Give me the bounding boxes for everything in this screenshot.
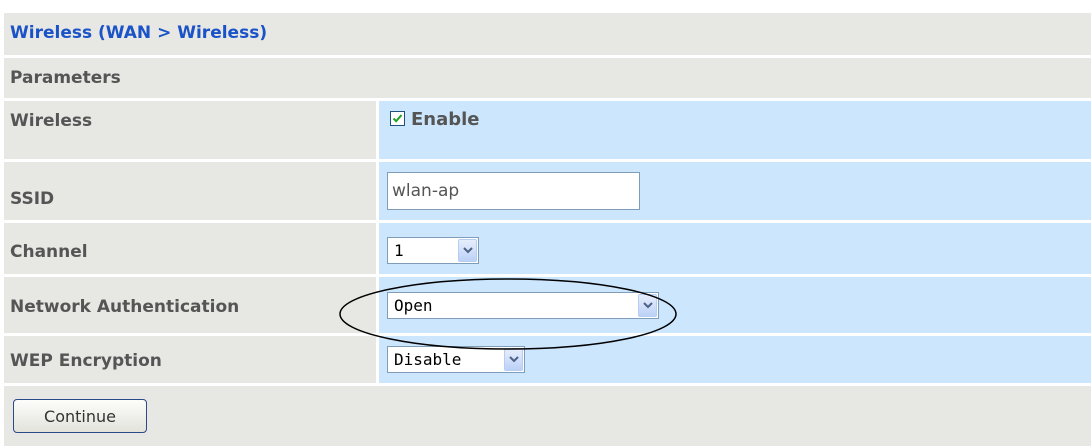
enable-label[interactable]: Enable (411, 109, 480, 130)
chevron-down-icon (643, 302, 653, 309)
actions-row: Continue (4, 386, 1091, 446)
continue-button[interactable]: Continue (13, 399, 147, 433)
network-authentication-selected-value: Open (394, 296, 433, 315)
wep-encryption-select[interactable]: Disable (387, 346, 525, 373)
page-title: Wireless (WAN > Wireless) (10, 23, 268, 43)
ssid-label: SSID (10, 189, 55, 209)
chevron-down-icon (509, 356, 519, 363)
ssid-row: SSID (4, 162, 1091, 220)
section-header: Parameters (4, 58, 1091, 98)
channel-select[interactable]: 1 (387, 237, 479, 264)
channel-selected-value: 1 (394, 241, 404, 260)
wireless-row: Wireless Enable (4, 101, 1091, 159)
channel-row: Channel 1 (4, 223, 1091, 274)
network-authentication-label: Network Authentication (10, 297, 240, 317)
wep-encryption-row: WEP Encryption Disable (4, 336, 1091, 383)
network-authentication-row: Network Authentication Open (4, 277, 1091, 333)
wep-encryption-selected-value: Disable (394, 350, 462, 369)
network-authentication-dropdown-button[interactable] (638, 294, 657, 317)
wep-encryption-dropdown-button[interactable] (504, 348, 523, 371)
section-title: Parameters (10, 68, 121, 88)
channel-label: Channel (10, 242, 88, 262)
check-icon (392, 114, 403, 123)
chevron-down-icon (463, 247, 473, 254)
page-header: Wireless (WAN > Wireless) (4, 13, 1091, 55)
wireless-settings-panel: Wireless (WAN > Wireless) Parameters Wir… (1, 13, 1091, 446)
wep-encryption-label: WEP Encryption (10, 351, 162, 371)
network-authentication-select[interactable]: Open (387, 292, 659, 319)
ssid-input[interactable] (387, 172, 640, 210)
wireless-label: Wireless (10, 111, 93, 131)
wireless-enable-checkbox[interactable] (390, 111, 405, 126)
channel-dropdown-button[interactable] (458, 239, 477, 262)
